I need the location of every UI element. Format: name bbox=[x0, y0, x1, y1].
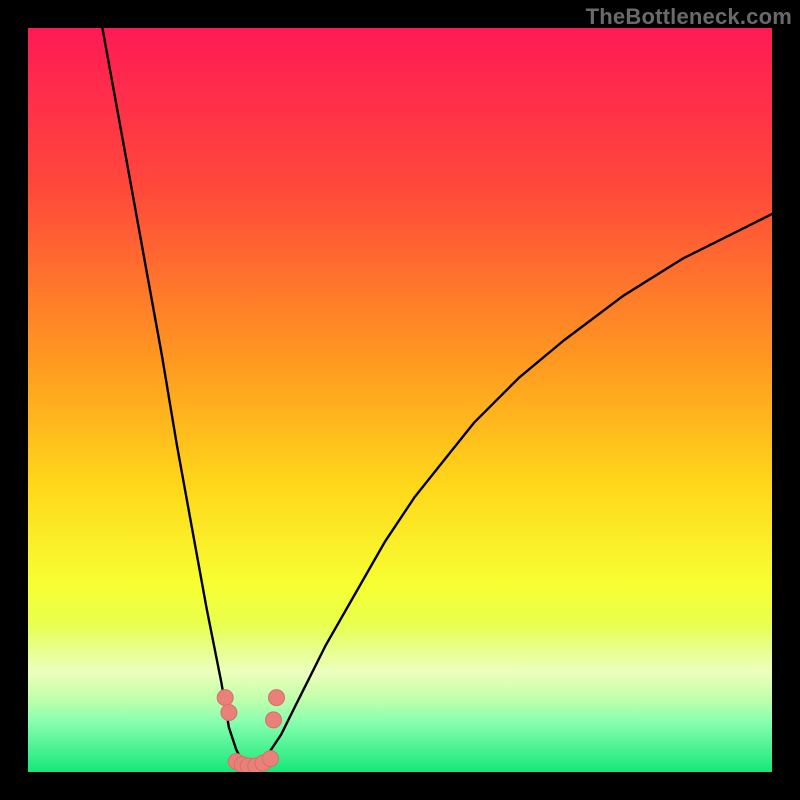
highlight-dot bbox=[269, 690, 285, 706]
chart-frame bbox=[28, 28, 772, 772]
watermark-text: TheBottleneck.com bbox=[586, 4, 792, 30]
highlight-dot bbox=[221, 705, 237, 721]
highlight-dot bbox=[263, 751, 279, 767]
highlight-dot bbox=[217, 690, 233, 706]
bottleneck-chart bbox=[28, 28, 772, 772]
highlight-dot bbox=[266, 712, 282, 728]
